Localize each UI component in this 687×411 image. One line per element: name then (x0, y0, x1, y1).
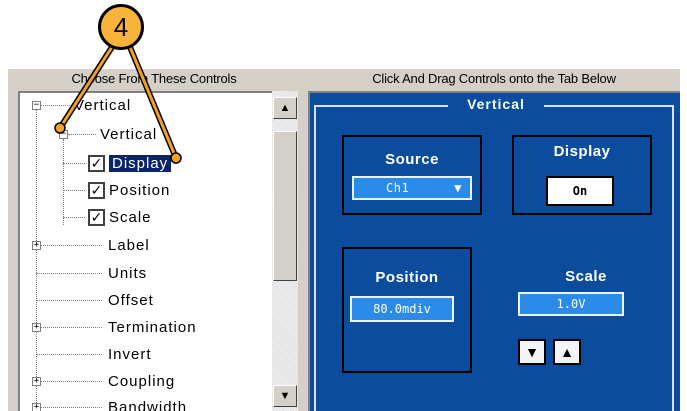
tab-drop-header: Click And Drag Controls onto the Tab Bel… (372, 71, 616, 86)
scale-label: Scale (565, 268, 607, 285)
checkbox-checked-icon[interactable]: ✓ (88, 208, 105, 226)
tree-line (36, 105, 37, 411)
position-label: Position (375, 269, 439, 286)
source-value: Ch1 (386, 181, 410, 195)
tree-line (36, 354, 102, 355)
checkbox-checked-icon[interactable]: ✓ (88, 154, 105, 172)
tree-item-label: Scale (109, 208, 152, 226)
position-value-field[interactable]: 80.0mdiv (350, 296, 454, 322)
tree-line (36, 273, 102, 274)
tree-item-label-selected: Display (109, 154, 172, 172)
tree-line (40, 105, 70, 106)
tree-item-display[interactable]: ✓ Display (88, 152, 172, 174)
tree-scrollbar[interactable]: ▲ ▼ (272, 91, 298, 411)
tree-item-termination[interactable]: Termination (108, 316, 197, 338)
tree-node-vertical[interactable]: Vertical (100, 123, 157, 145)
tree-item-label: Termination (108, 318, 197, 336)
tree-line (40, 327, 102, 328)
source-label: Source (385, 151, 439, 168)
scale-down-button[interactable]: ▼ (518, 339, 546, 365)
tree-item-coupling[interactable]: Coupling (108, 370, 175, 392)
controls-list-header: Choose From These Controls (71, 71, 237, 86)
tree-item-position[interactable]: ✓ Position (88, 179, 170, 201)
scrollbar-thumb[interactable] (273, 131, 297, 281)
collapse-icon[interactable]: − (32, 101, 41, 110)
expand-icon[interactable]: + (32, 403, 41, 411)
tree-item-label: Units (108, 264, 148, 282)
arrow-up-icon: ▲ (560, 344, 574, 360)
display-label: Display (553, 143, 611, 160)
scroll-down-button[interactable]: ▼ (273, 385, 297, 407)
arrow-up-icon: ▲ (279, 102, 291, 114)
tree-line (63, 139, 64, 225)
tree-line (36, 300, 102, 301)
controls-tree[interactable]: − − + + + + Vertical Vertical ✓ Display … (18, 91, 298, 411)
tree-item-label-node[interactable]: Label (108, 234, 150, 256)
scale-value-field[interactable]: 1.0V (518, 292, 624, 316)
tree-item-label: Bandwidth (108, 398, 188, 411)
tree-line (63, 217, 85, 218)
scale-up-button[interactable]: ▲ (553, 339, 581, 365)
display-toggle-button[interactable]: On (546, 176, 614, 206)
tree-line (40, 245, 102, 246)
vertical-group-title: Vertical (448, 96, 544, 116)
tree-item-label: Offset (108, 291, 154, 309)
expand-icon[interactable]: + (32, 377, 41, 386)
tree-item-label: Coupling (108, 372, 176, 390)
tree-item-offset[interactable]: Offset (108, 289, 154, 311)
source-dropdown[interactable]: Ch1 ▼ (352, 176, 472, 200)
chevron-down-icon: ▼ (454, 181, 462, 195)
tree-node-vertical-root[interactable]: Vertical (74, 94, 131, 116)
tree-item-label: Position (109, 181, 171, 199)
tree-item-scale[interactable]: ✓ Scale (88, 206, 152, 228)
expand-icon[interactable]: + (32, 241, 41, 250)
arrow-down-icon: ▼ (279, 390, 291, 402)
tree-line (63, 190, 85, 191)
tree-item-label: Invert (108, 345, 152, 363)
tree-line (40, 381, 102, 382)
arrow-down-icon: ▼ (525, 344, 539, 360)
source-control[interactable]: Source (342, 135, 482, 215)
step-callout-badge: 4 (98, 4, 144, 50)
scroll-up-button[interactable]: ▲ (273, 97, 297, 119)
tree-line (63, 163, 85, 164)
expand-icon[interactable]: + (32, 323, 41, 332)
tree-line (40, 407, 102, 408)
tree-node-label: Vertical (74, 96, 132, 114)
tree-item-label: Label (108, 236, 150, 254)
collapse-icon[interactable]: − (59, 130, 68, 139)
tree-item-invert[interactable]: Invert (108, 343, 152, 365)
tree-item-units[interactable]: Units (108, 262, 147, 284)
tree-item-bandwidth[interactable]: Bandwidth (108, 396, 187, 411)
checkbox-checked-icon[interactable]: ✓ (88, 181, 105, 199)
tree-node-label: Vertical (100, 125, 158, 143)
tree-line (68, 134, 96, 135)
